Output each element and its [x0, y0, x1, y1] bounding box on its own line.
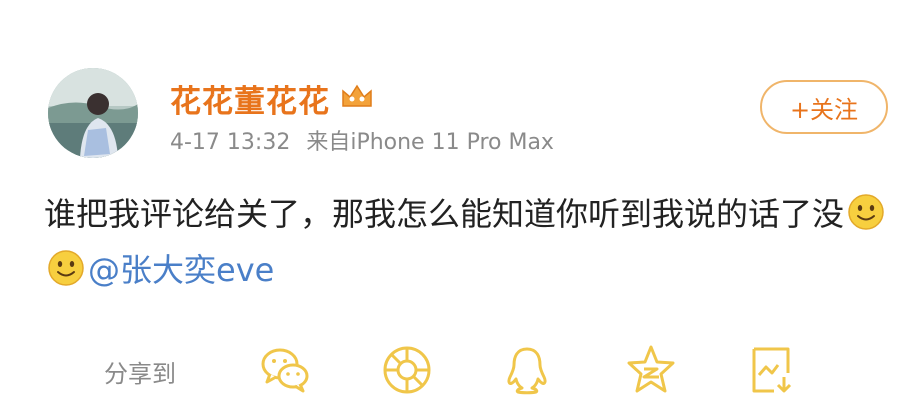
qzone-icon[interactable] [624, 343, 678, 397]
qq-icon[interactable] [500, 343, 554, 397]
wechat-icon[interactable] [258, 343, 312, 397]
moments-icon[interactable] [380, 343, 434, 397]
avatar-photo [48, 68, 138, 158]
post-text: 谁把我评论给关了，那我怎么能知道你听到我说的话了没 [44, 195, 845, 233]
screenshot-share-icon[interactable] [744, 343, 798, 397]
post-source: 来自iPhone 11 Pro Max [306, 130, 554, 155]
share-label: 分享到 [104, 360, 176, 388]
vip-crown-icon [342, 84, 372, 107]
avatar[interactable] [48, 68, 138, 158]
follow-button[interactable]: +关注 [760, 80, 888, 134]
username[interactable]: 花花董花花 [170, 76, 330, 121]
smile-emoji-icon [848, 194, 884, 230]
post-content: 谁把我评论给关了，那我怎么能知道你听到我说的话了没 @张大奕eve [44, 186, 894, 298]
post-meta: 4-17 13:32 来自iPhone 11 Pro Max [170, 124, 554, 156]
smile-emoji-icon [48, 250, 84, 286]
post-timestamp: 4-17 13:32 [170, 130, 291, 155]
mention-link[interactable]: @张大奕eve [88, 251, 274, 289]
weibo-post: 花花董花花 4-17 13:32 来自iPhone 11 Pro Max +关注 … [0, 0, 924, 412]
